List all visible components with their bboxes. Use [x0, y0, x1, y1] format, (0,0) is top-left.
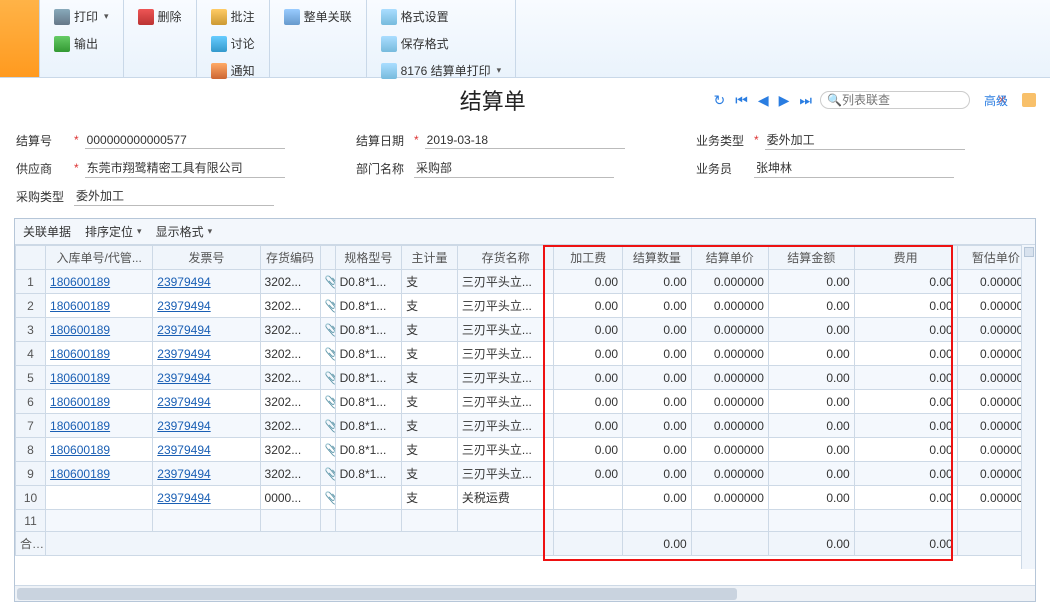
- date-label: 结算日期: [356, 132, 408, 149]
- chevron-down-icon: ▾: [104, 11, 109, 22]
- display-format-button[interactable]: 显示格式▾: [156, 223, 213, 240]
- table-row[interactable]: 6180600189239794943202...📎D0.8*1...支三刃平头…: [16, 390, 1035, 414]
- print-template-icon: [381, 63, 397, 79]
- nav-first[interactable]: ⏮: [733, 92, 750, 109]
- nav-prev[interactable]: ◀: [756, 92, 771, 109]
- search-input[interactable]: [842, 93, 997, 107]
- dept-label: 部门名称: [356, 160, 408, 177]
- data-grid[interactable]: 入库单号/代管... 发票号 存货编码 规格型号 主计量 存货名称 加工费 结算…: [15, 245, 1035, 556]
- supplier-label: 供应商: [16, 160, 68, 177]
- doc-no-value[interactable]: 000000000000577: [85, 132, 285, 149]
- format-icon: [381, 9, 397, 25]
- app-tab[interactable]: [0, 0, 40, 77]
- purchase-type-value[interactable]: 委外加工: [74, 186, 274, 206]
- delete-button[interactable]: 删除: [134, 6, 186, 27]
- search-box[interactable]: 🔍 ✕: [820, 91, 970, 109]
- chat-icon: [211, 36, 227, 52]
- table-row[interactable]: 7180600189239794943202...📎D0.8*1...支三刃平头…: [16, 414, 1035, 438]
- page-title: 结算单: [274, 84, 711, 116]
- col-inbound[interactable]: 入库单号/代管...: [46, 246, 153, 270]
- form-header: 结算号*000000000000577 结算日期*2019-03-18 业务类型…: [0, 126, 1050, 214]
- save-icon: [381, 36, 397, 52]
- link-doc-button[interactable]: 整单关联: [280, 6, 356, 27]
- print-button[interactable]: 打印▾: [50, 6, 113, 27]
- grid-header-row: 入库单号/代管... 发票号 存货编码 规格型号 主计量 存货名称 加工费 结算…: [16, 246, 1035, 270]
- export-icon: [54, 36, 70, 52]
- discuss-button[interactable]: 讨论: [207, 33, 259, 54]
- save-format-button[interactable]: 保存格式: [377, 33, 506, 54]
- table-row[interactable]: 9180600189239794943202...📎D0.8*1...支三刃平头…: [16, 462, 1035, 486]
- delete-icon: [138, 9, 154, 25]
- table-row[interactable]: 3180600189239794943202...📎D0.8*1...支三刃平头…: [16, 318, 1035, 342]
- col-amount[interactable]: 结算金额: [768, 246, 854, 270]
- grid-footer-row: 合计 0.00 0.00 0.00: [16, 532, 1035, 556]
- grid-side-gutter: [1021, 245, 1035, 569]
- table-row[interactable]: 5180600189239794943202...📎D0.8*1...支三刃平头…: [16, 366, 1035, 390]
- grid-panel: 关联单据 排序定位▾ 显示格式▾ 入库单号/代管... 发票号 存货编码 规格型…: [14, 218, 1036, 602]
- col-invoice[interactable]: 发票号: [153, 246, 260, 270]
- relate-button[interactable]: 关联单据: [23, 223, 71, 240]
- bell-icon: [211, 63, 227, 79]
- col-qty[interactable]: 结算数量: [623, 246, 692, 270]
- biz-type-label: 业务类型: [696, 132, 748, 149]
- doc-no-label: 结算号: [16, 132, 68, 149]
- ribbon-toolbar: 打印▾ 输出 删除 批注 讨论 通知 整单关联 格式设置 保存格式 8176 结…: [0, 0, 1050, 78]
- annotate-button[interactable]: 批注: [207, 6, 259, 27]
- table-row[interactable]: 8180600189239794943202...📎D0.8*1...支三刃平头…: [16, 438, 1035, 462]
- purchase-type-label: 采购类型: [16, 188, 68, 205]
- clerk-label: 业务员: [696, 160, 748, 177]
- format-set-button[interactable]: 格式设置: [377, 6, 506, 27]
- link-icon: [284, 9, 300, 25]
- biz-type-value[interactable]: 委外加工: [765, 130, 965, 150]
- nav-next[interactable]: ▶: [777, 92, 792, 109]
- search-icon: 🔍: [827, 93, 842, 107]
- col-proc-fee[interactable]: 加工费: [554, 246, 623, 270]
- table-row[interactable]: 1180600189239794943202...📎D0.8*1...支三刃平头…: [16, 270, 1035, 294]
- list-icon[interactable]: [1022, 93, 1036, 107]
- nav-last[interactable]: ⏭: [797, 92, 814, 109]
- col-inv-code[interactable]: 存货编码: [260, 246, 320, 270]
- sort-button[interactable]: 排序定位▾: [85, 223, 142, 240]
- annotate-icon: [211, 9, 227, 25]
- clerk-value[interactable]: 张坤林: [754, 158, 954, 178]
- notify-button[interactable]: 通知: [207, 60, 259, 81]
- col-attach[interactable]: [320, 246, 335, 270]
- date-value[interactable]: 2019-03-18: [425, 132, 625, 149]
- title-bar: 结算单 ↻ ⏮ ◀ ▶ ⏭ 🔍 ✕ 高级: [0, 78, 1050, 126]
- scrollbar-thumb[interactable]: [17, 588, 737, 600]
- supplier-value[interactable]: 东莞市翔鹭精密工具有限公司: [85, 158, 285, 178]
- output-button[interactable]: 输出: [50, 33, 113, 54]
- print-template-button[interactable]: 8176 结算单打印▾: [377, 60, 506, 81]
- table-row[interactable]: 10239794940000...📎支关税运费0.000.0000000.000…: [16, 486, 1035, 510]
- table-row[interactable]: 2180600189239794943202...📎D0.8*1...支三刃平头…: [16, 294, 1035, 318]
- col-fee[interactable]: 费用: [854, 246, 957, 270]
- col-price[interactable]: 结算单价: [691, 246, 768, 270]
- chevron-down-icon: ▾: [497, 65, 502, 76]
- printer-icon: [54, 9, 70, 25]
- table-row[interactable]: 11: [16, 510, 1035, 532]
- grid-toolbar: 关联单据 排序定位▾ 显示格式▾: [15, 219, 1035, 245]
- horizontal-scrollbar[interactable]: [15, 585, 1035, 601]
- table-row[interactable]: 4180600189239794943202...📎D0.8*1...支三刃平头…: [16, 342, 1035, 366]
- dept-value[interactable]: 采购部: [414, 158, 614, 178]
- refresh-button[interactable]: ↻: [711, 92, 727, 109]
- col-unit[interactable]: 主计量: [402, 246, 458, 270]
- advanced-link[interactable]: 高级: [984, 92, 1008, 109]
- col-inv-name[interactable]: 存货名称: [457, 246, 554, 270]
- col-spec[interactable]: 规格型号: [335, 246, 402, 270]
